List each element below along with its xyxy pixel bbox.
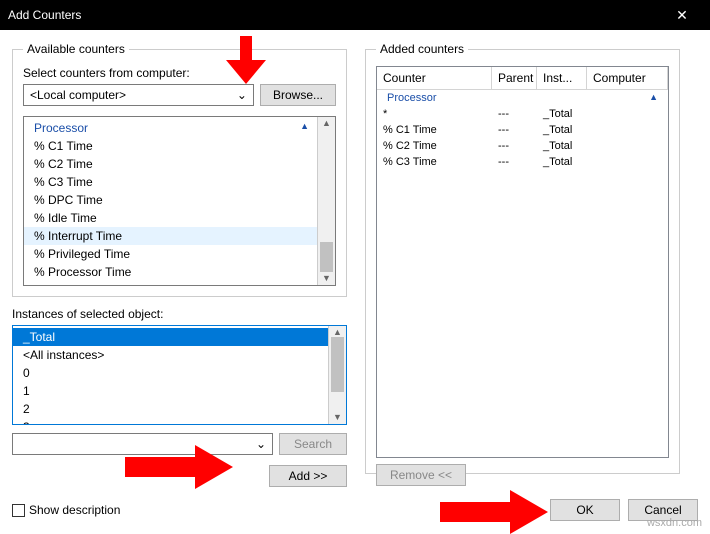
table-row[interactable]: * --- _Total [377,106,668,122]
collapse-icon: ▲ [300,121,309,135]
instance-item[interactable]: <All instances> [13,346,328,364]
scroll-thumb[interactable] [320,242,333,272]
counter-item[interactable]: % Idle Time [24,209,317,227]
scroll-down-icon: ▼ [333,413,342,422]
counter-item[interactable]: % Processor Time [24,263,317,281]
close-icon: ✕ [676,7,688,24]
checkbox-box [12,504,25,517]
added-counters-group: Added counters Counter Parent Inst... Co… [365,42,680,474]
table-row[interactable]: % C1 Time --- _Total [377,122,668,138]
added-counters-legend: Added counters [376,42,468,56]
counter-item[interactable]: % DPC Time [24,191,317,209]
added-table[interactable]: Counter Parent Inst... Computer Processo… [376,66,669,458]
chevron-down-icon: ⌄ [237,88,247,102]
instances-listbox[interactable]: _Total <All instances> 0 1 2 3 4 ▲ ▼ [12,325,347,425]
counter-listbox[interactable]: Processor ▲ % C1 Time % C2 Time % C3 Tim… [23,116,336,286]
counter-item[interactable]: % C3 Time [24,173,317,191]
close-button[interactable]: ✕ [662,0,702,30]
remove-button[interactable]: Remove << [376,464,466,486]
browse-button[interactable]: Browse... [260,84,336,106]
show-description-checkbox[interactable]: Show description [12,503,120,517]
header-computer[interactable]: Computer [587,67,668,90]
available-counters-legend: Available counters [23,42,129,56]
add-button[interactable]: Add >> [269,465,347,487]
instance-item[interactable]: 3 [13,418,328,424]
window-title: Add Counters [8,8,81,22]
select-computer-label: Select counters from computer: [23,66,336,80]
title-bar: Add Counters ✕ [0,0,710,30]
instances-label: Instances of selected object: [12,307,347,321]
computer-combo[interactable]: <Local computer> ⌄ [23,84,254,106]
counter-item[interactable]: % Interrupt Time [24,227,317,245]
instance-item[interactable]: _Total [13,328,328,346]
table-header: Counter Parent Inst... Computer [377,67,668,90]
instance-item[interactable]: 1 [13,382,328,400]
table-group-row[interactable]: Processor ▲ [377,90,668,106]
instance-item[interactable]: 0 [13,364,328,382]
table-row[interactable]: % C3 Time --- _Total [377,154,668,170]
scroll-up-icon: ▲ [333,328,342,337]
counter-item[interactable]: % C1 Time [24,137,317,155]
scroll-up-icon: ▲ [322,119,331,128]
watermark: wsxdn.com [647,517,702,529]
available-counters-group: Available counters Select counters from … [12,42,347,297]
collapse-icon: ▲ [587,90,668,106]
instances-scrollbar[interactable]: ▲ ▼ [329,326,346,424]
search-button[interactable]: Search [279,433,347,455]
counter-item[interactable]: % Privileged Time [24,245,317,263]
counter-group-processor[interactable]: Processor ▲ [24,119,317,137]
scroll-thumb[interactable] [331,337,344,392]
chevron-down-icon: ⌄ [256,437,266,451]
header-parent[interactable]: Parent [492,67,537,90]
table-row[interactable]: % C2 Time --- _Total [377,138,668,154]
show-description-label: Show description [29,503,120,517]
counter-item[interactable]: % C2 Time [24,155,317,173]
header-counter[interactable]: Counter [377,67,492,90]
filter-combo[interactable]: ⌄ [12,433,273,455]
computer-combo-value: <Local computer> [30,88,126,102]
ok-button[interactable]: OK [550,499,620,521]
instance-item[interactable]: 2 [13,400,328,418]
counter-scrollbar[interactable]: ▲ ▼ [318,117,335,285]
scroll-down-icon: ▼ [322,274,331,283]
header-inst[interactable]: Inst... [537,67,587,90]
